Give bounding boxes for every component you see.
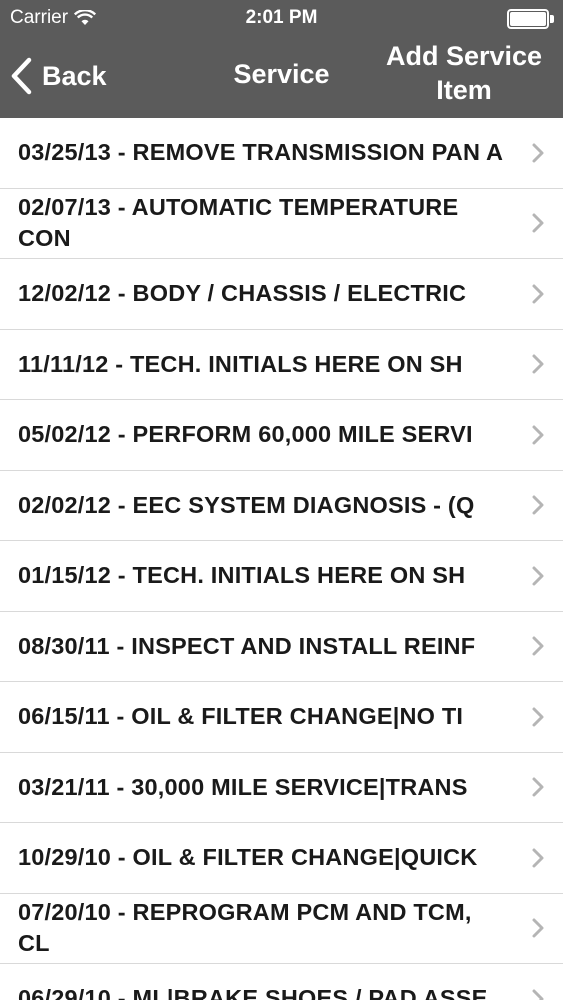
service-item-row[interactable]: 02/07/13 - AUTOMATIC TEMPERATURE CON xyxy=(0,188,563,259)
chevron-right-icon xyxy=(532,707,544,727)
service-item-row[interactable]: 08/30/11 - INSPECT AND INSTALL REINF xyxy=(0,611,563,682)
service-item-label: 10/29/10 - OIL & FILTER CHANGE|QUICK xyxy=(18,844,478,871)
service-item-row[interactable]: 07/20/10 - REPROGRAM PCM AND TCM, CL xyxy=(0,893,563,964)
top-bar: Carrier 2:01 PM Back Service Add Service… xyxy=(0,0,563,118)
service-item-row[interactable]: 03/25/13 - REMOVE TRANSMISSION PAN A xyxy=(0,118,563,189)
chevron-right-icon xyxy=(532,213,544,233)
service-item-row[interactable]: 12/02/12 - BODY / CHASSIS / ELECTRIC xyxy=(0,259,563,330)
service-item-row[interactable]: 03/21/11 - 30,000 MILE SERVICE|TRANS xyxy=(0,752,563,823)
chevron-right-icon xyxy=(532,284,544,304)
service-item-row[interactable]: 11/11/12 - TECH. INITIALS HERE ON SH xyxy=(0,329,563,400)
navigation-bar: Back Service Add Service Item xyxy=(0,38,563,118)
service-item-row[interactable]: 02/02/12 - EEC SYSTEM DIAGNOSIS - (Q xyxy=(0,470,563,541)
service-list: 03/25/13 - REMOVE TRANSMISSION PAN A 02/0… xyxy=(0,118,563,1000)
service-item-label: 07/20/10 - REPROGRAM PCM AND TCM, CL xyxy=(18,899,472,957)
service-item-label: 06/29/10 - ML|BRAKE SHOES / PAD ASSE xyxy=(18,985,488,1000)
service-item-label: 08/30/11 - INSPECT AND INSTALL REINF xyxy=(18,632,476,659)
service-item-label: 01/15/12 - TECH. INITIALS HERE ON SH xyxy=(18,562,466,589)
chevron-right-icon xyxy=(532,143,544,163)
service-item-label: 05/02/12 - PERFORM 60,000 MILE SERVI xyxy=(18,421,473,448)
service-item-label: 02/02/12 - EEC SYSTEM DIAGNOSIS - (Q xyxy=(18,491,475,518)
service-item-label: 02/07/13 - AUTOMATIC TEMPERATURE CON xyxy=(18,194,459,252)
chevron-right-icon xyxy=(532,918,544,938)
battery-icon xyxy=(507,9,555,29)
chevron-right-icon xyxy=(532,566,544,586)
service-item-label: 12/02/12 - BODY / CHASSIS / ELECTRIC xyxy=(18,280,467,307)
service-item-row[interactable]: 05/02/12 - PERFORM 60,000 MILE SERVI xyxy=(0,400,563,471)
service-item-row[interactable]: 06/29/10 - ML|BRAKE SHOES / PAD ASSE xyxy=(0,964,563,1000)
chevron-right-icon xyxy=(532,636,544,656)
service-item-label: 03/21/11 - 30,000 MILE SERVICE|TRANS xyxy=(18,773,468,800)
status-time: 2:01 PM xyxy=(245,7,318,28)
add-service-item-button[interactable]: Add Service Item xyxy=(379,39,549,107)
chevron-right-icon xyxy=(532,495,544,515)
service-item-label: 03/25/13 - REMOVE TRANSMISSION PAN A xyxy=(18,139,504,166)
status-bar: Carrier 2:01 PM xyxy=(0,0,563,38)
service-item-row[interactable]: 01/15/12 - TECH. INITIALS HERE ON SH xyxy=(0,541,563,612)
chevron-right-icon xyxy=(532,989,544,1000)
service-item-label: 06/15/11 - OIL & FILTER CHANGE|NO TI xyxy=(18,703,464,730)
chevron-right-icon xyxy=(532,777,544,797)
chevron-right-icon xyxy=(532,354,544,374)
chevron-right-icon xyxy=(532,848,544,868)
screen: Carrier 2:01 PM Back Service Add Service… xyxy=(0,0,563,1000)
service-item-row[interactable]: 06/15/11 - OIL & FILTER CHANGE|NO TI xyxy=(0,682,563,753)
chevron-right-icon xyxy=(532,425,544,445)
service-item-label: 11/11/12 - TECH. INITIALS HERE ON SH xyxy=(18,350,463,377)
service-item-row[interactable]: 10/29/10 - OIL & FILTER CHANGE|QUICK xyxy=(0,823,563,894)
